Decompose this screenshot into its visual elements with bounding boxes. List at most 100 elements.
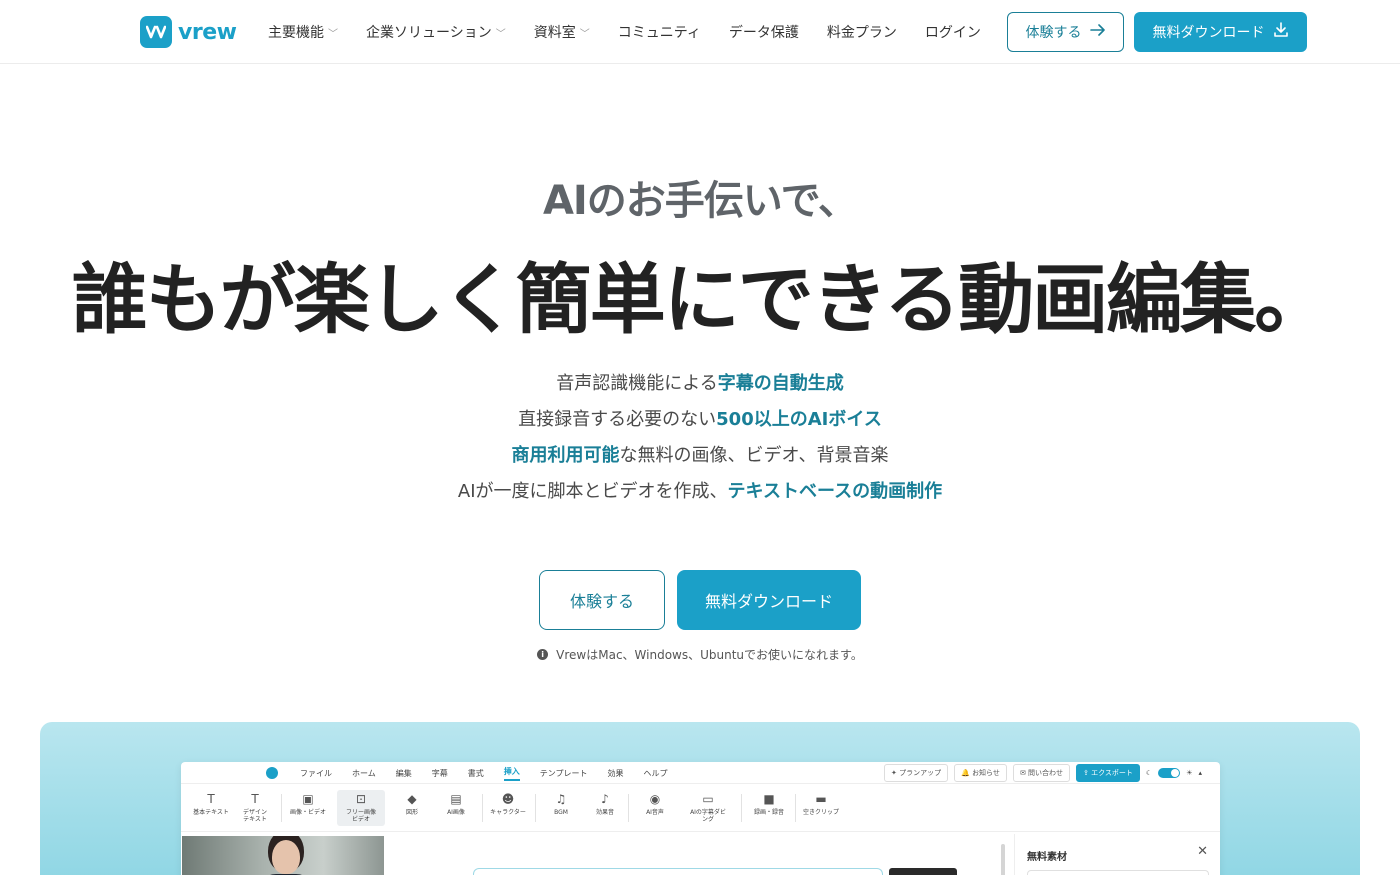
arrow-right-icon — [1089, 24, 1106, 40]
tool-label: 基本テキスト — [193, 809, 229, 816]
plan-up-pill: ✦ プランアップ — [884, 764, 949, 782]
chevron-down-icon: ﹀ — [495, 28, 506, 40]
toolbar-divider — [535, 794, 536, 822]
contact-label: 問い合わせ — [1028, 769, 1064, 777]
text-icon: T — [207, 792, 215, 806]
hero-download-button[interactable]: 無料ダウンロード — [677, 570, 861, 630]
clip-thumbnail — [889, 868, 957, 875]
tool-label: AI音声 — [646, 809, 664, 816]
feature-text: な無料の画像、ビデオ、背景音楽 — [619, 445, 889, 466]
free-assets-title: 無料素材 — [1027, 852, 1067, 863]
tool-design-text: T デザイン テキスト — [231, 792, 279, 823]
app-menu-home: ホーム — [352, 768, 376, 778]
nav-item-pricing[interactable]: 料金プラン — [827, 22, 897, 42]
app-menu-file: ファイル — [300, 768, 332, 778]
nav-item-label: 企業ソリューション — [366, 25, 492, 41]
record-icon: ■ — [763, 792, 775, 806]
moon-icon: ☾ — [1145, 769, 1153, 777]
app-menu-edit: 編集 — [395, 768, 412, 778]
editor-scrollbar — [1001, 844, 1005, 875]
nav-item-label: データ保護 — [728, 25, 799, 41]
tool-shape: ◆ 図形 — [388, 792, 436, 816]
user-avatar-icon — [266, 767, 278, 779]
feature-text: 直接録音する必要のない — [518, 409, 717, 430]
theme-toggle — [1158, 768, 1181, 778]
feature-list: 音声認識機能による字幕の自動生成 直接録音する必要のない500以上のAIボイス … — [0, 372, 1400, 516]
nav-item-community[interactable]: コミュニティ — [618, 22, 701, 42]
notify-label: お知らせ — [972, 769, 1000, 777]
shape-icon: ◆ — [407, 792, 417, 806]
os-support-note: i VrewはMac、Windows、Ubuntuでお使いになれます。 — [0, 646, 1400, 663]
main-menu: 主要機能 ﹀ 企業ソリューション ﹀ 資料室 ﹀ コミュニティ データ保護 料金… — [268, 22, 1009, 42]
export-label: エクスポート — [1091, 769, 1133, 777]
toolbar-divider — [795, 794, 796, 822]
app-menu-format: 書式 — [467, 768, 484, 778]
tool-label: 録画・録音 — [753, 809, 784, 816]
feature-text: AIが一度に脚本とビデオを作成、 — [457, 481, 728, 502]
nav-item-label: 主要機能 — [268, 25, 324, 41]
ai-image-icon: ▤ — [450, 792, 462, 806]
hero-subtitle: AIのお手伝いで、 — [542, 178, 858, 224]
design-text-icon: T — [251, 792, 259, 806]
feature-highlight: テキストベースの動画制作 — [727, 481, 943, 502]
notify-pill: 🔔 お知らせ — [954, 764, 1007, 782]
tool-label: 画像・ビデオ — [289, 809, 326, 816]
app-menu-template: テンプレート — [539, 768, 588, 778]
voice-icon: ◉ — [649, 792, 661, 806]
tool-ai-image: ▤ AI画像 — [432, 792, 480, 816]
feature-line: 商用利用可能な無料の画像、ビデオ、背景音楽 — [0, 444, 1400, 480]
chevron-down-icon: ﹀ — [328, 28, 338, 40]
top-navbar: vrew 主要機能 ﹀ 企業ソリューション ﹀ 資料室 ﹀ コミュニティ データ… — [0, 0, 1400, 64]
nav-item-label: 料金プラン — [826, 25, 897, 41]
app-toolbar: T 基本テキスト T デザイン テキスト ▣ 画像・ビデオ ⊡ フリー画像 ビデオ ◆ 図形 … — [181, 786, 1220, 832]
tool-bgm: ♫ BGM — [537, 792, 585, 816]
tool-character: ☻ キャラクター — [484, 792, 532, 816]
close-icon: ✕ — [1197, 844, 1208, 859]
vrew-logo[interactable]: vrew — [140, 16, 237, 48]
contact-pill: ✉ 問い合わせ — [1012, 764, 1071, 782]
app-body: 無料素材 ✕ — [181, 834, 1220, 875]
sun-icon: ☀ — [1186, 769, 1193, 777]
feature-highlight: 商用利用可能 — [511, 445, 620, 466]
sound-effect-icon: ♪ — [601, 792, 609, 806]
app-menu-effects: 効果 — [607, 768, 624, 778]
nav-item-login[interactable]: ログイン — [925, 22, 981, 42]
app-menubar: ファイル ホーム 編集 字幕 書式 挿入 テンプレート 効果 ヘルプ ✦ プラン… — [181, 762, 1220, 784]
os-note-text: VrewはMac、Windows、Ubuntuでお使いになれます。 — [556, 648, 863, 662]
free-assets-panel: 無料素材 ✕ — [1014, 834, 1220, 875]
app-menu: ファイル ホーム 編集 字幕 書式 挿入 テンプレート 効果 ヘルプ — [300, 762, 688, 784]
tool-label: BGM — [554, 809, 568, 816]
nav-try-button[interactable]: 体験する — [1007, 12, 1124, 52]
tool-label: 図形 — [405, 809, 418, 816]
nav-item-label: ログイン — [924, 25, 981, 41]
toolbar-divider — [628, 794, 629, 822]
tool-basic-text: T 基本テキスト — [187, 792, 235, 816]
tool-empty-clip: ▬ 空きクリップ — [797, 792, 845, 816]
collapse-icon: ▴ — [1198, 769, 1202, 777]
nav-item-enterprise[interactable]: 企業ソリューション ﹀ — [366, 22, 506, 42]
hero-try-button[interactable]: 体験する — [539, 570, 665, 630]
app-right-controls: ✦ プランアップ 🔔 お知らせ ✉ 問い合わせ ⇪ エクスポート ☾ ☀ ▴ — [884, 764, 1202, 782]
presenter-head — [272, 840, 300, 874]
free-image-icon: ⊡ — [355, 792, 367, 806]
feature-line: 音声認識機能による字幕の自動生成 — [0, 372, 1400, 408]
plan-up-label: プランアップ — [899, 769, 942, 777]
tool-image-video: ▣ 画像・ビデオ — [284, 792, 332, 816]
vrew-logo-text: vrew — [178, 19, 237, 45]
feature-line: AIが一度に脚本とビデオを作成、テキストベースの動画制作 — [0, 480, 1400, 516]
nav-item-data-protection[interactable]: データ保護 — [729, 22, 799, 42]
nav-download-button[interactable]: 無料ダウンロード — [1134, 12, 1307, 52]
dubbing-icon: ▭ — [702, 792, 714, 806]
tool-ai-voice: ◉ AI音声 — [631, 792, 679, 816]
nav-item-resources[interactable]: 資料室 ﹀ — [534, 22, 590, 42]
nav-item-features[interactable]: 主要機能 ﹀ — [268, 22, 338, 42]
feature-highlight: 500以上のAIボイス — [716, 409, 882, 430]
tool-label: AIの字幕ダビ ング — [690, 809, 726, 823]
toolbar-divider — [741, 794, 742, 822]
feature-line: 直接録音する必要のない500以上のAIボイス — [0, 408, 1400, 444]
tool-label: AI画像 — [447, 809, 465, 816]
export-pill: ⇪ エクスポート — [1076, 764, 1140, 782]
vrew-logo-icon — [140, 16, 172, 48]
app-menu-subtitle: 字幕 — [431, 768, 448, 778]
nav-item-label: 資料室 — [533, 25, 576, 41]
